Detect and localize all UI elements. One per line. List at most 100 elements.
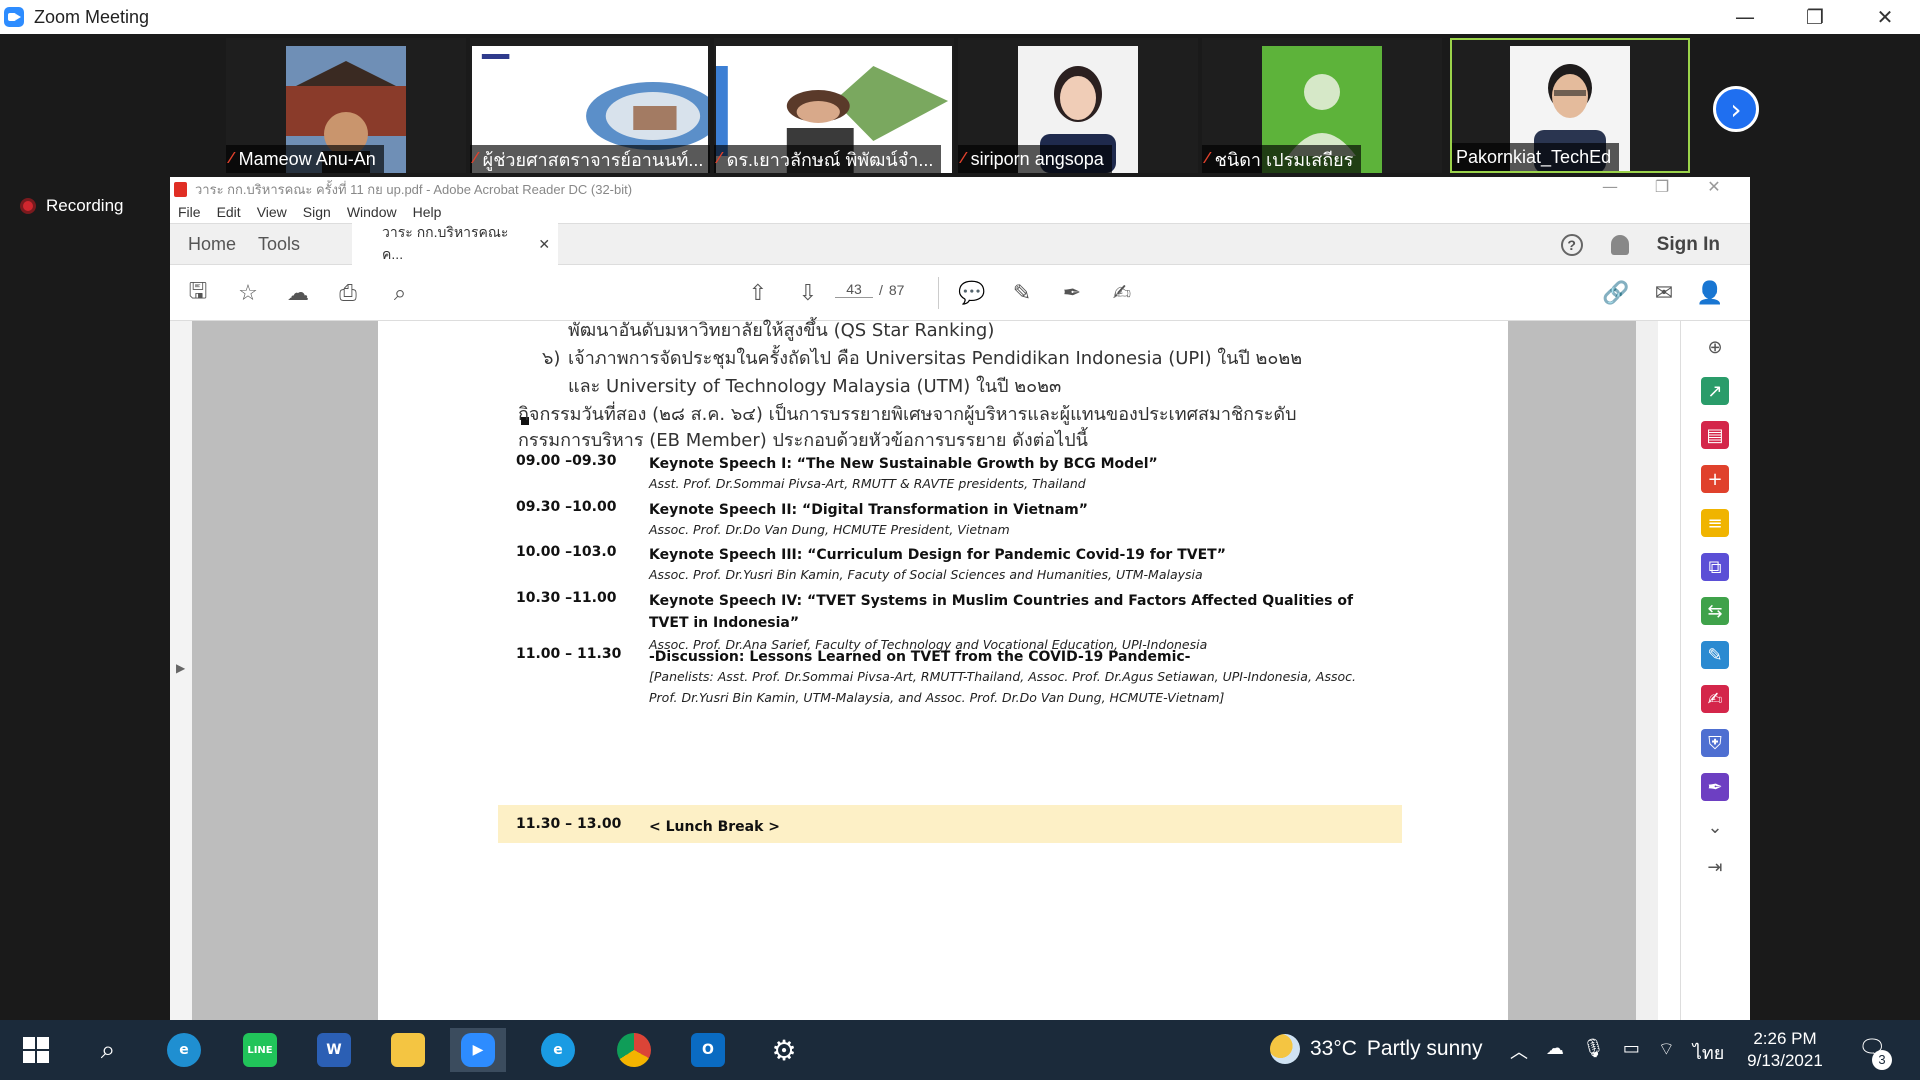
organize-pages-icon[interactable]: ▤ bbox=[1701, 421, 1729, 449]
schedule-title: -Discussion: Lessons Learned on TVET fro… bbox=[649, 649, 1191, 665]
line-app-icon[interactable]: LINE bbox=[232, 1028, 288, 1072]
next-page-icon[interactable]: › bbox=[1713, 86, 1759, 132]
zoom-app-icon[interactable]: ▶ bbox=[450, 1028, 506, 1072]
zoom-in-icon[interactable]: ⊕ bbox=[1701, 333, 1729, 361]
outlook-icon[interactable]: O bbox=[680, 1028, 736, 1072]
participant-tile[interactable]: ⁄ ดร.เยาวลักษณ์ พิพัฒน์จำ... bbox=[714, 38, 954, 173]
show-hidden-icons-chevron-icon[interactable]: ︿ bbox=[1510, 1038, 1528, 1067]
acrobat-close-button[interactable]: ✕ bbox=[1688, 177, 1740, 196]
sign-pen-icon[interactable]: ✒ bbox=[1058, 279, 1086, 307]
email-icon[interactable]: ✉ bbox=[1650, 279, 1678, 307]
add-user-icon[interactable]: 👤 bbox=[1696, 279, 1724, 307]
participant-tile[interactable]: ⁄ Mameow Anu-An bbox=[226, 38, 466, 173]
mic-muted-icon: ⁄ bbox=[230, 150, 233, 167]
mic-muted-icon: ⁄ bbox=[962, 150, 965, 167]
print-icon[interactable]: ⎙ bbox=[334, 279, 362, 307]
acrobat-minimize-button[interactable]: — bbox=[1584, 177, 1636, 196]
acrobat-window: วาระ กก.บริหารคณะ ครั้งที่ 11 กย up.pdf … bbox=[170, 177, 1750, 1020]
battery-icon[interactable]: ▭ bbox=[1623, 1038, 1640, 1067]
vertical-scrollbar[interactable] bbox=[1636, 321, 1658, 1020]
schedule-panelists: [Panelists: Asst. Prof. Dr.Sommai Pivsa-… bbox=[649, 669, 1356, 705]
participant-name: ⁄ ชนิดา เปรมเสถียร bbox=[1202, 145, 1362, 173]
fill-sign-tool-icon[interactable]: ✍ bbox=[1701, 685, 1729, 713]
internet-explorer-icon[interactable]: e bbox=[530, 1028, 586, 1072]
help-icon[interactable]: ? bbox=[1560, 234, 1583, 256]
pdf-page: พัฒนาอันดับมหาวิทยาลัยให้สูงขึ้น (QS Sta… bbox=[378, 320, 1508, 1020]
request-signature-icon[interactable]: ✒ bbox=[1701, 773, 1729, 801]
restore-button[interactable]: ❐ bbox=[1780, 0, 1850, 34]
tab-tools[interactable]: Tools bbox=[254, 223, 318, 265]
schedule-speaker: Assoc. Prof. Dr.Yusri Bin Kamin, Facuty … bbox=[649, 567, 1203, 582]
settings-gear-icon[interactable]: ⚙ bbox=[756, 1028, 812, 1072]
close-button[interactable]: ✕ bbox=[1850, 0, 1920, 34]
zoom-logo-icon bbox=[4, 7, 24, 27]
page-number-input[interactable]: 43 bbox=[835, 281, 873, 298]
export-pdf-icon[interactable]: ↗ bbox=[1701, 377, 1729, 405]
taskbar: ⌕ e LINE W ▶ e O ⚙ 33°C Partly sunny ︿ ☁… bbox=[0, 1020, 1920, 1080]
participant-tile[interactable]: ⁄ ผู้ช่วยศาสตราจารย์อานนท์... bbox=[470, 38, 710, 173]
comment-icon[interactable]: 💬 bbox=[958, 279, 986, 307]
participant-name: ⁄ Mameow Anu-An bbox=[226, 145, 384, 173]
microphone-icon[interactable]: 🎙 bbox=[1582, 1038, 1605, 1067]
word-app-icon[interactable]: W bbox=[306, 1028, 362, 1072]
menu-window[interactable]: Window bbox=[347, 204, 397, 220]
schedule-title: Keynote Speech II: “Digital Transformati… bbox=[649, 502, 1088, 518]
wifi-icon[interactable]: ⌔ bbox=[1658, 1038, 1675, 1067]
acrobat-title-bar: วาระ กก.บริหารคณะ ครั้งที่ 11 กย up.pdf … bbox=[170, 177, 1750, 201]
schedule-title: Keynote Speech III: “Curriculum Design f… bbox=[649, 547, 1226, 563]
sign-in-button[interactable]: Sign In bbox=[1657, 234, 1720, 256]
comment-tool-icon[interactable]: ≡ bbox=[1701, 509, 1729, 537]
share-link-icon[interactable]: 🔗 bbox=[1602, 279, 1630, 307]
edge-browser-icon[interactable]: e bbox=[156, 1028, 212, 1072]
file-explorer-icon[interactable] bbox=[380, 1028, 436, 1072]
collapse-pane-icon[interactable]: ⇥ bbox=[1701, 853, 1729, 881]
save-icon[interactable]: 🖫 bbox=[184, 279, 212, 307]
protect-shield-icon[interactable]: ⛨ bbox=[1701, 729, 1729, 757]
highlight-pen-icon[interactable]: ✎ bbox=[1008, 279, 1036, 307]
bookmark-star-icon[interactable]: ☆ bbox=[234, 279, 262, 307]
menu-view[interactable]: View bbox=[257, 204, 287, 220]
clock[interactable]: 2:26 PM 9/13/2021 bbox=[1740, 1028, 1830, 1072]
notification-bell-icon[interactable] bbox=[1610, 235, 1629, 255]
document-background: พัฒนาอันดับมหาวิทยาลัยให้สูงขึ้น (QS Sta… bbox=[192, 320, 1658, 1020]
acrobat-restore-button[interactable]: ❐ bbox=[1636, 177, 1688, 196]
compress-icon[interactable]: ⇆ bbox=[1701, 597, 1729, 625]
left-panel-toggle[interactable]: ▶ bbox=[170, 321, 192, 1020]
edit-pdf-icon[interactable]: ✎ bbox=[1701, 641, 1729, 669]
menu-file[interactable]: File bbox=[178, 204, 201, 220]
menu-edit[interactable]: Edit bbox=[217, 204, 241, 220]
search-icon[interactable]: ⌕ bbox=[80, 1028, 136, 1072]
create-pdf-icon[interactable]: + bbox=[1701, 465, 1729, 493]
expand-left-icon[interactable]: ▶ bbox=[176, 661, 185, 675]
zoom-search-icon[interactable]: ⌕ bbox=[386, 279, 414, 307]
upload-cloud-icon[interactable]: ☁ bbox=[284, 279, 312, 307]
participant-tile-active-speaker[interactable]: Pakornkiat_TechEd bbox=[1450, 38, 1690, 173]
close-tab-icon[interactable]: ✕ bbox=[538, 236, 550, 253]
menu-help[interactable]: Help bbox=[413, 204, 442, 220]
participant-tile[interactable]: ⁄ ชนิดา เปรมเสถียร bbox=[1202, 38, 1442, 173]
fill-sign-icon[interactable]: ✍ bbox=[1108, 279, 1136, 307]
window-title: Zoom Meeting bbox=[34, 6, 150, 27]
tab-home[interactable]: Home bbox=[170, 223, 254, 265]
weather-widget[interactable]: 33°C Partly sunny bbox=[1270, 1034, 1482, 1064]
start-button[interactable] bbox=[8, 1028, 64, 1072]
page-total: 87 bbox=[888, 281, 905, 298]
participant-strip: ⁄ Mameow Anu-An ⁄ ผู้ช่วยศาสตราจารย์อานน… bbox=[0, 34, 1920, 174]
doc-line: กิจกรรมวันที่สอง (๒๘ ส.ค. ๖๔) เป็นการบรร… bbox=[518, 404, 1297, 425]
onedrive-cloud-icon[interactable]: ☁ bbox=[1546, 1038, 1564, 1067]
schedule-time: 09.30 –10.00 bbox=[516, 499, 617, 515]
weather-temperature: 33°C bbox=[1310, 1037, 1357, 1060]
clock-date: 9/13/2021 bbox=[1747, 1051, 1823, 1070]
menu-sign[interactable]: Sign bbox=[303, 204, 331, 220]
minimize-button[interactable]: — bbox=[1710, 0, 1780, 34]
next-page-icon[interactable]: ⇩ bbox=[794, 279, 822, 307]
participant-name: ⁄ siriporn angsopa bbox=[958, 145, 1112, 173]
more-tools-chevron-icon[interactable]: ⌄ bbox=[1701, 813, 1729, 841]
input-language[interactable]: ไทย bbox=[1693, 1038, 1724, 1067]
partly-sunny-icon bbox=[1270, 1034, 1300, 1064]
chrome-icon[interactable] bbox=[606, 1028, 662, 1072]
tab-document[interactable]: วาระ กก.บริหารคณะ ค... ✕ bbox=[352, 223, 559, 265]
participant-tile[interactable]: ⁄ siriporn angsopa bbox=[958, 38, 1198, 173]
previous-page-icon[interactable]: ⇧ bbox=[744, 279, 772, 307]
combine-files-icon[interactable]: ⧉ bbox=[1701, 553, 1729, 581]
